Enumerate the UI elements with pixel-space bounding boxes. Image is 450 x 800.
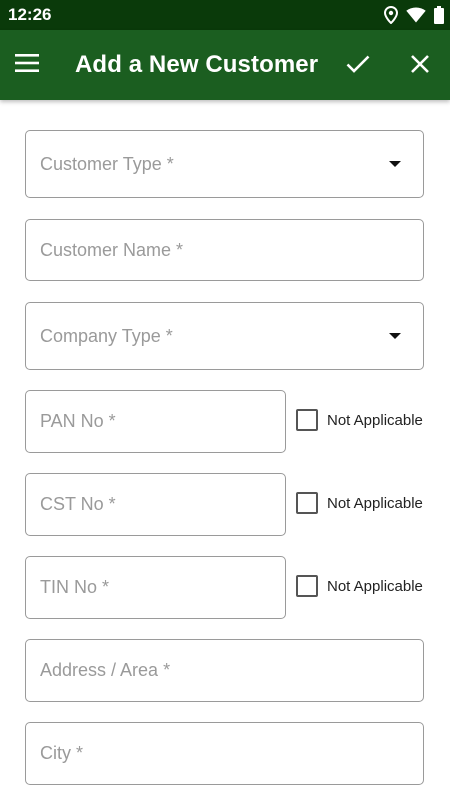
cst-no-field[interactable] <box>25 473 286 536</box>
pan-not-applicable-checkbox[interactable]: Not Applicable <box>296 409 423 431</box>
wifi-icon <box>406 7 426 23</box>
chevron-down-icon <box>389 333 401 339</box>
close-button[interactable] <box>402 48 438 84</box>
city-input[interactable] <box>40 743 423 764</box>
customer-type-placeholder: Customer Type * <box>40 153 174 174</box>
page-title: Add a New Customer <box>75 51 319 78</box>
checkbox-icon[interactable] <box>296 492 318 514</box>
pan-no-input[interactable] <box>40 411 285 432</box>
cst-no-input[interactable] <box>40 494 285 515</box>
checkbox-icon[interactable] <box>296 409 318 431</box>
save-button[interactable] <box>340 48 376 84</box>
checkbox-icon[interactable] <box>296 575 318 597</box>
checkbox-label: Not Applicable <box>327 494 423 512</box>
address-field[interactable] <box>25 639 424 702</box>
address-input[interactable] <box>40 660 423 681</box>
status-bar: 12:26 <box>0 0 450 30</box>
chevron-down-icon <box>389 161 401 167</box>
menu-icon <box>15 53 39 77</box>
check-icon <box>346 55 370 78</box>
customer-name-input[interactable] <box>40 239 423 261</box>
tin-no-input[interactable] <box>40 577 285 598</box>
tin-no-field[interactable] <box>25 556 286 619</box>
company-type-select[interactable]: Company Type * <box>25 302 424 370</box>
city-field[interactable] <box>25 722 424 785</box>
customer-name-field[interactable] <box>25 219 424 281</box>
app-bar: Add a New Customer <box>0 30 450 100</box>
checkbox-label: Not Applicable <box>327 411 423 429</box>
location-icon <box>384 6 398 24</box>
status-time: 12:26 <box>8 5 52 24</box>
cst-not-applicable-checkbox[interactable]: Not Applicable <box>296 492 423 514</box>
close-icon <box>410 54 430 79</box>
tin-not-applicable-checkbox[interactable]: Not Applicable <box>296 575 423 597</box>
checkbox-label: Not Applicable <box>327 577 423 595</box>
battery-icon <box>434 6 444 24</box>
customer-type-select[interactable]: Customer Type * <box>25 130 424 198</box>
pan-no-field[interactable] <box>25 390 286 453</box>
company-type-placeholder: Company Type * <box>40 325 173 346</box>
status-icons <box>384 5 444 25</box>
menu-button[interactable] <box>15 50 55 80</box>
